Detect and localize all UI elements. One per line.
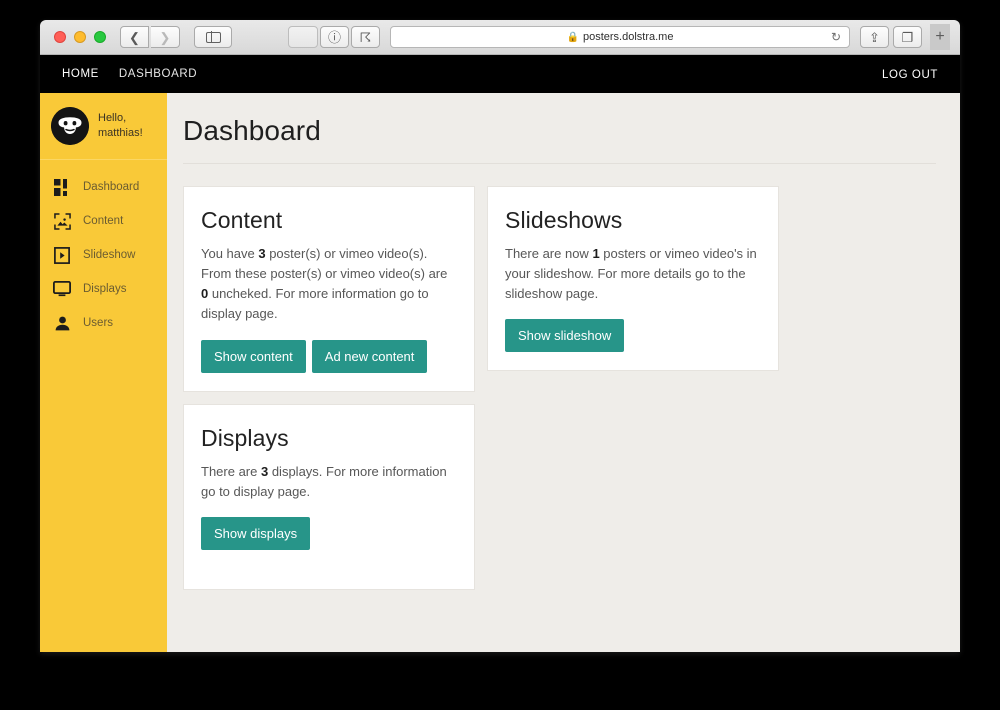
browser-toolbar: ❮ ❯ ⓘ ☈ 🔒 posters.dolstra.me ↻ ⇪ ❐ + — [40, 20, 960, 55]
tab-overview-icon[interactable]: ❐ — [893, 26, 922, 48]
new-tab-button[interactable]: + — [930, 24, 950, 50]
navigation-buttons: ❮ ❯ — [120, 26, 180, 48]
sidebar-item-users-label: Users — [83, 317, 114, 329]
sidebar-item-slideshow[interactable]: Slideshow — [40, 238, 167, 272]
card-slideshows-buttons: Show slideshow — [505, 319, 760, 353]
sidebar-greeting: Hello, matthias! — [98, 111, 143, 141]
sidebar-user-block: Hello, matthias! — [40, 93, 167, 160]
forward-button[interactable]: ❯ — [151, 26, 180, 48]
greeting-line-1: Hello, — [98, 112, 127, 125]
logout-link[interactable]: LOG OUT — [882, 69, 938, 81]
add-new-content-button[interactable]: Ad new content — [311, 339, 428, 373]
sidebar-toggle-button[interactable] — [194, 26, 232, 48]
sidebar-item-content-label: Content — [83, 215, 124, 227]
card-slideshows-title: Slideshows — [505, 207, 623, 233]
card-content: Content You have 3 poster(s) or vimeo vi… — [183, 186, 475, 392]
show-content-button[interactable]: Show content — [201, 339, 306, 373]
show-slideshow-button[interactable]: Show slideshow — [505, 319, 625, 353]
sidebar-item-content[interactable]: Content — [40, 204, 167, 238]
image-content-icon — [53, 212, 71, 230]
sidebar-toggle-button-inner[interactable] — [194, 26, 232, 48]
main-content: Dashboard Content You have 3 poster(s) o… — [167, 93, 960, 652]
play-box-icon — [53, 246, 71, 264]
close-window-button[interactable] — [54, 31, 66, 43]
card-content-title: Content — [201, 207, 283, 233]
nav-link-home[interactable]: HOME — [62, 68, 99, 80]
displays-count: 3 — [260, 463, 269, 479]
sidebar-toggle-icon — [205, 31, 221, 43]
back-button[interactable]: ❮ — [120, 26, 149, 48]
top-nav-right: LOG OUT — [882, 65, 938, 83]
window-controls — [54, 31, 106, 43]
card-displays-text: There are 3 displays. For more informati… — [201, 463, 447, 499]
reload-icon[interactable]: ↻ — [831, 30, 841, 44]
web-page: HOME DASHBOARD LOG OUT Hello, matthias! … — [40, 55, 960, 652]
card-displays-buttons: Show displays — [201, 516, 456, 550]
sidebar-item-displays[interactable]: Displays — [40, 272, 167, 306]
content-text-part-3: uncheked. For more information go to dis… — [201, 286, 429, 322]
lock-icon: 🔒 — [566, 31, 579, 43]
url-text-wrap: 🔒 posters.dolstra.me — [567, 31, 674, 43]
content-count-posters: 3 — [258, 246, 266, 261]
toolbar-extras: ⓘ ☈ — [288, 26, 380, 48]
sidebar-nav-items: Dashboard Content Slideshow Displays Use… — [40, 160, 167, 340]
nav-link-dashboard[interactable]: DASHBOARD — [119, 68, 197, 80]
show-displays-button[interactable]: Show displays — [201, 516, 311, 550]
sidebar-item-displays-label: Displays — [83, 283, 127, 295]
dashboard-grid-icon — [53, 178, 71, 196]
greeting-line-2: matthias! — [98, 127, 143, 139]
toolbar-right: ⇪ ❐ + — [860, 24, 950, 50]
url-text: posters.dolstra.me — [582, 31, 674, 43]
page-title: Dashboard — [183, 115, 936, 164]
card-content-buttons: Show content Ad new content — [201, 339, 456, 373]
minimize-window-button[interactable] — [74, 31, 86, 43]
card-displays: Displays There are 3 displays. For more … — [183, 403, 475, 590]
reader-view-icon[interactable]: ⓘ — [320, 26, 349, 48]
page-body: Hello, matthias! Dashboard Content Slide… — [40, 93, 960, 652]
user-avatar-icon — [51, 107, 89, 145]
card-slideshows: Slideshows There are now 1 posters or vi… — [487, 186, 779, 372]
sidebar-item-dashboard[interactable]: Dashboard — [40, 170, 167, 204]
share-icon[interactable]: ⇪ — [860, 26, 889, 48]
dashboard-cards: Content You have 3 poster(s) or vimeo vi… — [183, 186, 936, 590]
card-displays-title: Displays — [201, 424, 289, 451]
card-content-text: You have 3 poster(s) or vimeo video(s). … — [201, 244, 456, 325]
top-nav-links: HOME DASHBOARD — [62, 68, 197, 80]
slideshow-count-posters: 1 — [592, 246, 600, 261]
browser-window: ❮ ❯ ⓘ ☈ 🔒 posters.dolstra.me ↻ ⇪ ❐ + HOM… — [40, 20, 960, 652]
card-slideshows-text: There are now 1 posters or vimeo video's… — [505, 246, 757, 302]
sidebar-item-dashboard-label: Dashboard — [83, 181, 140, 193]
sidebar-item-slideshow-label: Slideshow — [83, 249, 136, 261]
address-bar[interactable]: 🔒 posters.dolstra.me ↻ — [390, 26, 850, 48]
content-text-part-1: You have — [201, 246, 259, 261]
top-navigation-bar: HOME DASHBOARD LOG OUT — [40, 55, 960, 93]
person-icon — [53, 314, 71, 332]
sidebar: Hello, matthias! Dashboard Content Slide… — [40, 93, 167, 652]
blank-toolbar-button[interactable] — [288, 26, 318, 48]
sidebar-item-users[interactable]: Users — [40, 306, 167, 340]
monitor-icon — [53, 280, 71, 298]
privacy-report-icon[interactable]: ☈ — [351, 26, 380, 48]
maximize-window-button[interactable] — [94, 31, 106, 43]
